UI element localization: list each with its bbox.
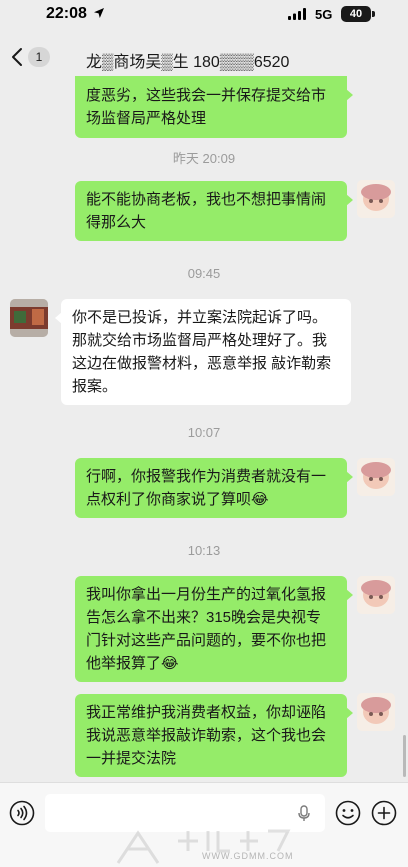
avatar-image	[361, 697, 391, 724]
scrollbar[interactable]	[403, 735, 406, 777]
battery-tip	[372, 11, 375, 17]
avatar-image	[361, 462, 391, 489]
message-bubble-outgoing[interactable]: 行啊，你报警我作为消费者就没有一点权利了你商家说了算呗😂	[75, 458, 353, 518]
emoji-icon[interactable]	[335, 800, 361, 826]
avatar-self[interactable]	[357, 693, 395, 731]
message-timestamp: 10:13	[187, 543, 221, 558]
message-bubble-outgoing[interactable]: 能不能协商老板，我也不想把事情闹得那么大	[75, 181, 353, 241]
plus-icon[interactable]	[371, 800, 397, 826]
message-bubble-outgoing[interactable]: 我叫你拿出一月份生产的过氧化氢报告怎么拿不出来？315晚会是央视专门针对这些产品…	[75, 576, 353, 682]
message-text: 我叫你拿出一月份生产的过氧化氢报告怎么拿不出来？315晚会是央视专门针对这些产品…	[86, 586, 327, 672]
status-time: 22:08	[46, 5, 87, 22]
message-text: 能不能协商老板，我也不想把事情闹得那么大	[86, 191, 327, 231]
chat-title: 龙▒商场吴▒生 180▒▒▒6520	[86, 54, 290, 71]
battery-icon: 40	[341, 6, 371, 22]
avatar-self[interactable]	[357, 458, 395, 496]
message-bubble-outgoing[interactable]: 度恶劣，这些我会一并保存提交给市场监督局严格处理	[75, 76, 353, 138]
chat-header: 1 龙▒商场吴▒生 180▒▒▒6520	[0, 38, 408, 78]
message-bubble-outgoing[interactable]: 我正常维护我消费者权益，你却诬陷我说恶意举报敲诈勒索，这个我也会一并提交法院	[75, 694, 353, 777]
message-text: 你不是已投诉，并立案法院起诉了吗。那就交给市场监督局严格处理好了。我这边在做报警…	[72, 309, 332, 395]
avatar-image	[361, 580, 391, 607]
voice-icon[interactable]	[9, 800, 35, 826]
message-timestamp: 10:07	[187, 425, 221, 440]
avatar-image	[10, 299, 48, 337]
message-text: 我正常维护我消费者权益，你却诬陷我说恶意举报敲诈勒索，这个我也会一并提交法院	[86, 704, 327, 767]
avatar-self[interactable]	[357, 180, 395, 218]
location-arrow-icon	[94, 8, 104, 18]
signal-icon	[288, 8, 306, 20]
chevron-left-icon[interactable]	[10, 47, 24, 67]
watermark-url: WWW.GDMM.COM	[202, 851, 294, 861]
message-text: 度恶劣，这些我会一并保存提交给市场监督局严格处理	[86, 87, 327, 127]
unread-badge[interactable]: 1	[28, 47, 50, 67]
avatar-self[interactable]	[357, 576, 395, 614]
message-timestamp: 09:45	[187, 266, 221, 281]
avatar-contact[interactable]	[10, 299, 48, 337]
message-timestamp: 昨天 20:09	[172, 151, 236, 166]
message-bubble-incoming[interactable]: 你不是已投诉，并立案法院起诉了吗。那就交给市场监督局严格处理好了。我这边在做报警…	[55, 299, 351, 405]
status-bar: 22:08 5G 40	[0, 0, 408, 30]
message-text: 行啊，你报警我作为消费者就没有一点权利了你商家说了算呗😂	[86, 468, 327, 508]
mic-icon[interactable]	[298, 805, 310, 822]
avatar-image	[361, 184, 391, 211]
network-type: 5G	[315, 7, 333, 22]
